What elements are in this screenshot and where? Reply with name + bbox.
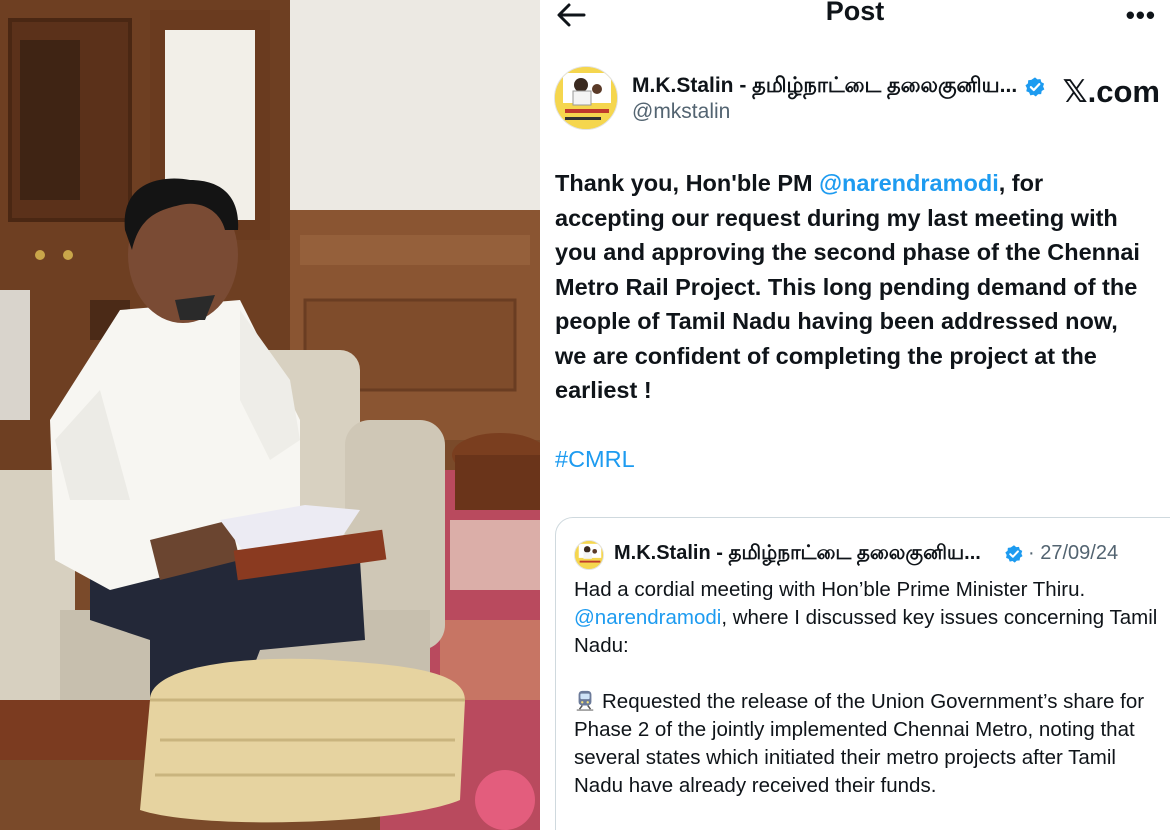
x-com-watermark: 𝕏.com [1063, 74, 1160, 110]
meeting-photo [0, 0, 540, 830]
metro-train-icon [576, 690, 594, 711]
quoted-paragraph-1: Had a cordial meeting with Hon’ble Prime… [574, 576, 1159, 660]
quoted-mention-link[interactable]: @narendramodi [574, 606, 721, 629]
quoted-avatar-image [575, 541, 603, 569]
quoted-avatar[interactable] [574, 540, 604, 570]
post-text: Thank you, Hon'ble PM @narendramodi, for… [555, 166, 1155, 408]
quoted-paragraph-2: Requested the release of the Union Gover… [574, 688, 1159, 800]
page-title: Post [825, 0, 885, 26]
hashtag-link[interactable]: #CMRL [555, 446, 635, 473]
quoted-author-name[interactable]: M.K.Stalin - தமிழ்நாட்டை தலைகுனிய... [614, 542, 981, 567]
more-options-button[interactable]: ••• [1126, 0, 1156, 31]
quoted-post-text: Had a cordial meeting with Hon’ble Prime… [574, 576, 1159, 800]
verified-badge-icon [1025, 77, 1045, 97]
avatar[interactable] [554, 66, 618, 130]
post-text-part-1: Thank you, Hon'ble PM [555, 170, 820, 196]
post-author: M.K.Stalin - தமிழ்நாட்டை தலைகுனிய... @mk… [554, 66, 1160, 132]
quoted-text-part-1: Had a cordial meeting with Hon’ble Prime… [574, 578, 1086, 601]
author-display-name[interactable]: M.K.Stalin - தமிழ்நாட்டை தலைகுனிய... [632, 74, 1017, 100]
meeting-photo-illustration [0, 0, 540, 830]
quoted-verified-badge-icon [1005, 545, 1023, 563]
watermark-domain: .com [1087, 74, 1160, 109]
avatar-image [555, 67, 617, 129]
quoted-post-card[interactable]: M.K.Stalin - தமிழ்நாட்டை தலைகுனிய... · 2… [555, 517, 1170, 830]
author-handle[interactable]: @mkstalin [632, 100, 730, 124]
quoted-post-date: · 27/09/24 [1028, 542, 1119, 564]
post-text-part-2: , for accepting our request during my la… [555, 170, 1140, 403]
quoted-bullet-text: Requested the release of the Union Gover… [574, 690, 1145, 797]
post-panel: Post ••• M.K.Stalin - தமிழ்நாட்டை தலைகுன… [540, 0, 1170, 830]
x-logo-icon: 𝕏 [1062, 74, 1088, 110]
quoted-post-author: M.K.Stalin - தமிழ்நாட்டை தலைகுனிய... · 2… [574, 540, 1170, 570]
top-bar: Post ••• [540, 0, 1170, 50]
mention-link[interactable]: @narendramodi [819, 170, 999, 196]
